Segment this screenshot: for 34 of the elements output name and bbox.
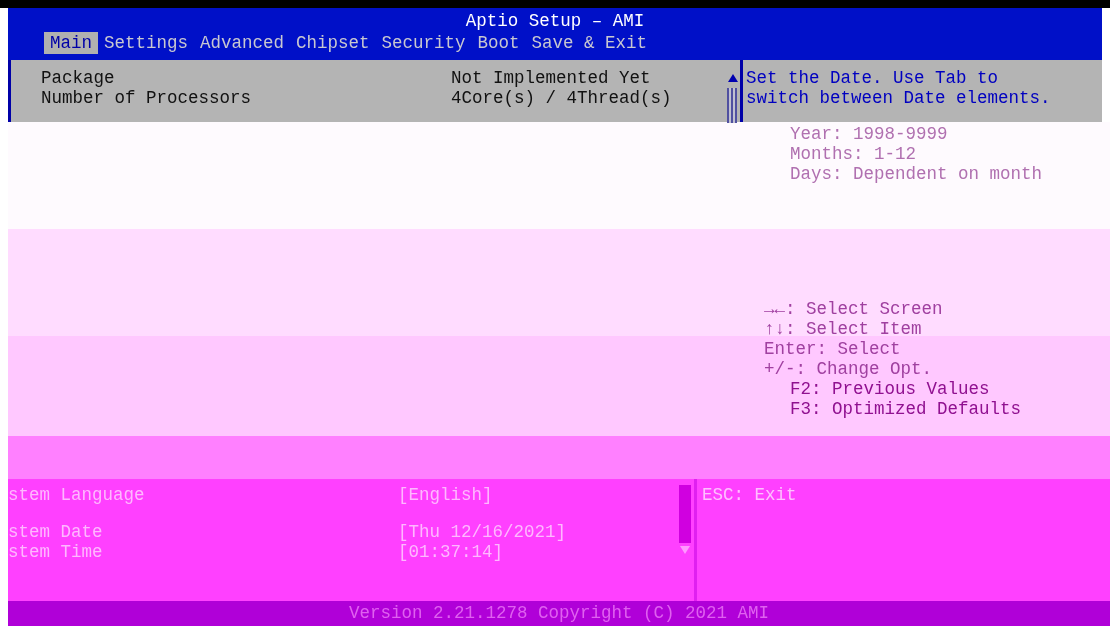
scroll-up-icon[interactable] (727, 72, 739, 83)
setting-value: [Thu 12/16/2021] (398, 522, 567, 543)
menu-tab[interactable]: Main (44, 31, 98, 54)
key-hint: F3: Optimized Defaults (790, 399, 1023, 420)
menu-tab[interactable]: Advanced (194, 31, 291, 54)
setting-label: Number of Processors (41, 87, 253, 108)
key-hint: ↑↓: Select Item (764, 319, 923, 340)
key-hint: Enter: Select (764, 339, 902, 360)
setting-label: stem Language (8, 485, 146, 506)
menu-tab[interactable]: Save & Exit (525, 31, 654, 54)
menu-tab[interactable]: Chipset (290, 31, 376, 54)
setting-value: Not Implemented Yet (451, 67, 651, 88)
setting-label: stem Time (8, 542, 104, 563)
scrollbar-thumb[interactable] (727, 87, 737, 123)
help-text: Months: 1-12 (790, 144, 918, 165)
version-text: Version 2.21.1278 Copyright (C) 2021 AMI (348, 603, 770, 623)
key-hint: +/-: Change Opt. (764, 359, 934, 380)
help-text: switch between Date elements. (746, 87, 1052, 108)
menu-tab[interactable]: Boot (471, 31, 526, 54)
key-hint: F2: Previous Values (790, 379, 991, 400)
setting-value: [01:37:14] (398, 542, 504, 563)
window-title: Aptio Setup – AMI (464, 9, 646, 32)
key-hint: ESC: Exit (702, 485, 798, 506)
setting-value: [English] (398, 485, 493, 506)
scrollbar-track (679, 485, 691, 544)
setting-value: 4Core(s) / 4Thread(s) (451, 87, 672, 108)
setting-label: stem Date (8, 522, 104, 543)
help-text: Year: 1998-9999 (790, 124, 949, 145)
help-text: Set the Date. Use Tab to (746, 67, 1000, 88)
setting-label: Package (41, 67, 116, 88)
menu-tab[interactable]: Security (375, 31, 472, 54)
menu-tab[interactable]: Settings (98, 31, 195, 54)
help-text: Days: Dependent on month (790, 164, 1043, 185)
key-hint: →←: Select Screen (764, 299, 944, 320)
